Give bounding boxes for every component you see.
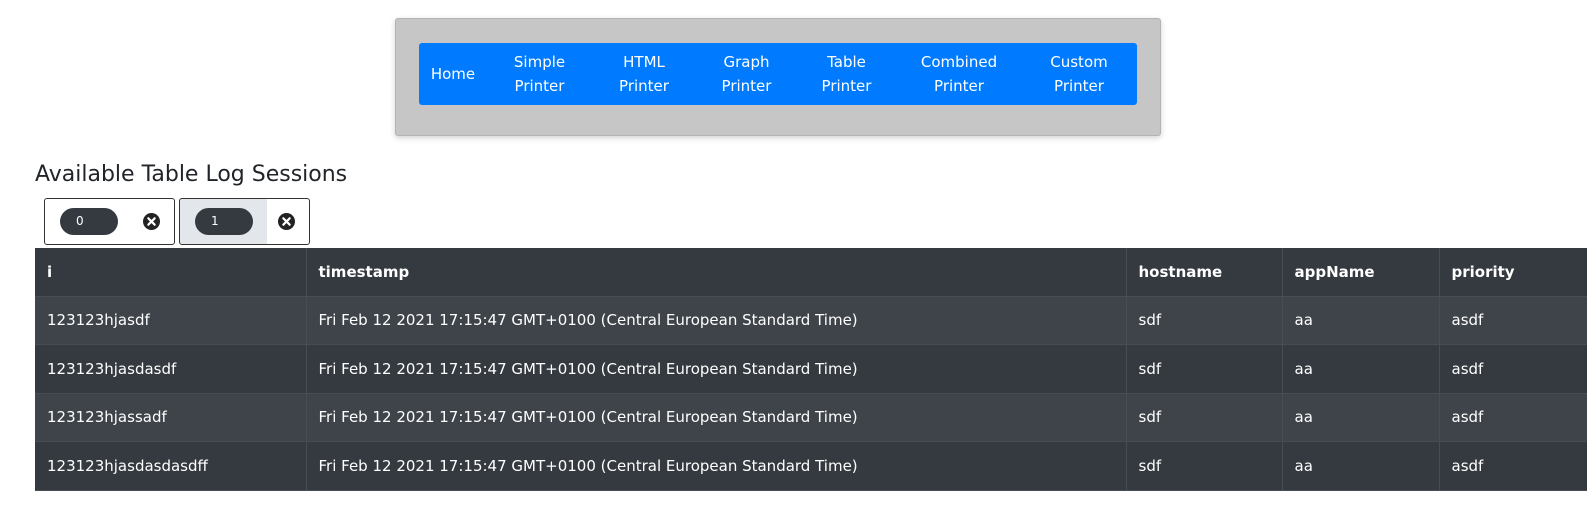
session-tab-1[interactable]: 1 xyxy=(179,198,310,245)
cell-timestamp: Fri Feb 12 2021 17:15:47 GMT+0100 (Centr… xyxy=(306,296,1127,345)
cell-timestamp: Fri Feb 12 2021 17:15:47 GMT+0100 (Centr… xyxy=(306,344,1127,394)
table-row: 123123hjassadf Fri Feb 12 2021 17:15:47 … xyxy=(35,393,1587,442)
nav-frame: Home Simple Printer HTML Printer Graph P… xyxy=(395,18,1161,136)
column-header-timestamp: timestamp xyxy=(306,248,1127,297)
cell-hostname: sdf xyxy=(1126,296,1283,345)
nav-simple-printer-label: Simple Printer xyxy=(513,53,566,95)
nav-graph-printer[interactable]: Graph Printer xyxy=(693,43,800,105)
cell-priority: asdf xyxy=(1439,296,1587,345)
nav-table-printer[interactable]: Table Printer xyxy=(800,43,893,105)
cell-priority: asdf xyxy=(1439,393,1587,442)
cell-hostname: sdf xyxy=(1126,344,1283,394)
nav-html-printer[interactable]: HTML Printer xyxy=(595,43,693,105)
column-header-appname: appName xyxy=(1282,248,1440,297)
cell-appname: aa xyxy=(1282,296,1440,345)
nav-custom-printer[interactable]: Custom Printer xyxy=(1025,43,1133,105)
cell-priority: asdf xyxy=(1439,344,1587,394)
nav-table-printer-label: Table Printer xyxy=(821,53,872,95)
column-header-hostname: hostname xyxy=(1126,248,1283,297)
cell-timestamp: Fri Feb 12 2021 17:15:47 GMT+0100 (Centr… xyxy=(306,393,1127,442)
nav-home-label: Home xyxy=(430,65,476,83)
close-icon[interactable] xyxy=(143,213,160,230)
session-tab-0[interactable]: 0 xyxy=(44,198,175,245)
session-badge: 0 xyxy=(60,208,118,235)
nav-simple-printer[interactable]: Simple Printer xyxy=(484,43,595,105)
nav-combined-printer[interactable]: Combined Printer xyxy=(893,43,1025,105)
cell-i: 123123hjasdasdf xyxy=(35,344,307,394)
nav-bar: Home Simple Printer HTML Printer Graph P… xyxy=(419,43,1137,105)
cell-i: 123123hjasdasdasdff xyxy=(35,441,307,491)
cell-timestamp: Fri Feb 12 2021 17:15:47 GMT+0100 (Centr… xyxy=(306,441,1127,491)
table-row: 123123hjasdf Fri Feb 12 2021 17:15:47 GM… xyxy=(35,296,1587,345)
nav-custom-printer-label: Custom Printer xyxy=(1050,53,1108,95)
cell-appname: aa xyxy=(1282,344,1440,394)
cell-i: 123123hjassadf xyxy=(35,393,307,442)
log-table-container: i timestamp hostname appName priority 12… xyxy=(35,248,1587,491)
table-row: 123123hjasdasdf Fri Feb 12 2021 17:15:47… xyxy=(35,344,1587,394)
page-title: Available Table Log Sessions xyxy=(35,162,348,187)
nav-html-printer-label: HTML Printer xyxy=(619,53,669,95)
log-table: i timestamp hostname appName priority 12… xyxy=(35,248,1587,491)
session-tabs: 0 1 xyxy=(44,198,310,245)
nav-graph-printer-label: Graph Printer xyxy=(721,53,772,95)
cell-appname: aa xyxy=(1282,393,1440,442)
table-row: 123123hjasdasdasdff Fri Feb 12 2021 17:1… xyxy=(35,441,1587,491)
cell-priority: asdf xyxy=(1439,441,1587,491)
column-header-priority: priority xyxy=(1439,248,1587,297)
cell-hostname: sdf xyxy=(1126,393,1283,442)
column-header-i: i xyxy=(35,248,307,297)
nav-combined-printer-label: Combined Printer xyxy=(920,53,998,95)
table-header-row: i timestamp hostname appName priority xyxy=(35,248,1587,297)
close-icon[interactable] xyxy=(278,213,295,230)
cell-appname: aa xyxy=(1282,441,1440,491)
session-badge: 1 xyxy=(195,208,253,235)
nav-home[interactable]: Home xyxy=(422,43,484,105)
cell-i: 123123hjasdf xyxy=(35,296,307,345)
cell-hostname: sdf xyxy=(1126,441,1283,491)
